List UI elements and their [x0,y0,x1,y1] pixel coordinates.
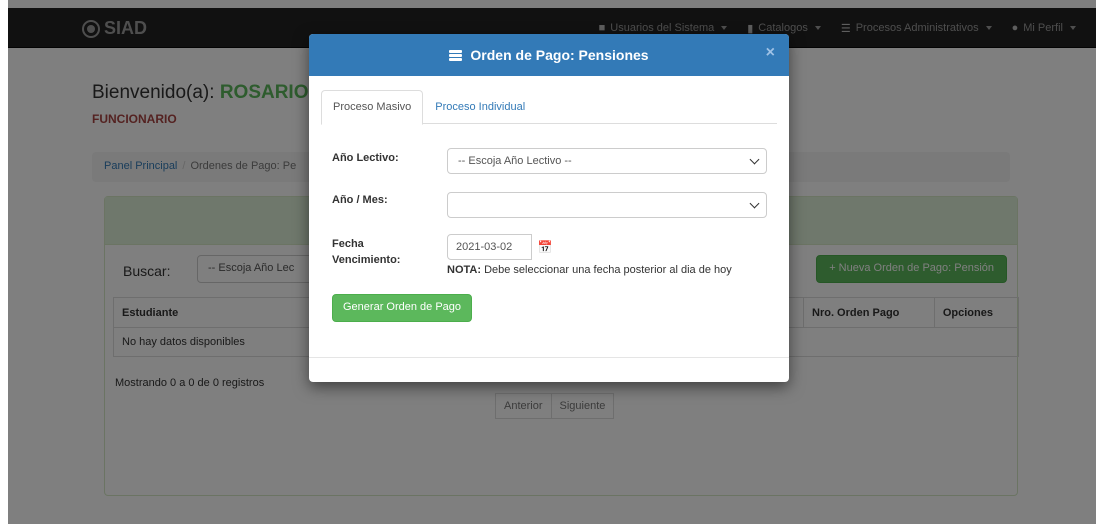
chevron-down-icon [749,198,760,209]
fecha-label-line1: Fecha [332,238,364,250]
anio-mes-label: Año / Mes: [332,194,388,206]
anio-lectivo-label: Año Lectivo: [332,152,399,164]
payment-order-modal: Orden de Pago: Pensiones × Proceso Masiv… [309,34,789,382]
chevron-down-icon [749,154,760,165]
modal-tabs: Proceso Masivo Proceso Individual [321,90,777,125]
fecha-label-line2: Vencimiento: [332,254,401,266]
anio-lectivo-select[interactable]: -- Escoja Año Lectivo -- [447,148,767,174]
fecha-vencimiento-input[interactable]: 2021-03-02 [447,234,532,260]
outer-frame [0,0,8,524]
anio-lectivo-value: -- Escoja Año Lectivo -- [458,155,572,167]
modal-title: Orden de Pago: Pensiones [470,47,649,63]
anio-mes-select[interactable] [447,192,767,218]
date-note: NOTA: Debe seleccionar una fecha posteri… [447,264,732,276]
calendar-icon[interactable]: 📅 [531,234,559,260]
note-text: Debe seleccionar una fecha posterior al … [481,264,732,276]
generate-order-button[interactable]: Generar Orden de Pago [332,294,473,322]
tab-proceso-masivo[interactable]: Proceso Masivo [321,90,424,125]
tab-proceso-individual[interactable]: Proceso Individual [423,90,537,123]
close-icon[interactable]: × [766,44,775,62]
note-label: NOTA: [447,264,482,276]
modal-footer-divider [309,357,789,358]
list-icon [449,49,463,61]
fecha-vencimiento-label: Fecha Vencimiento: [332,236,400,268]
modal-header: Orden de Pago: Pensiones × [309,34,789,76]
